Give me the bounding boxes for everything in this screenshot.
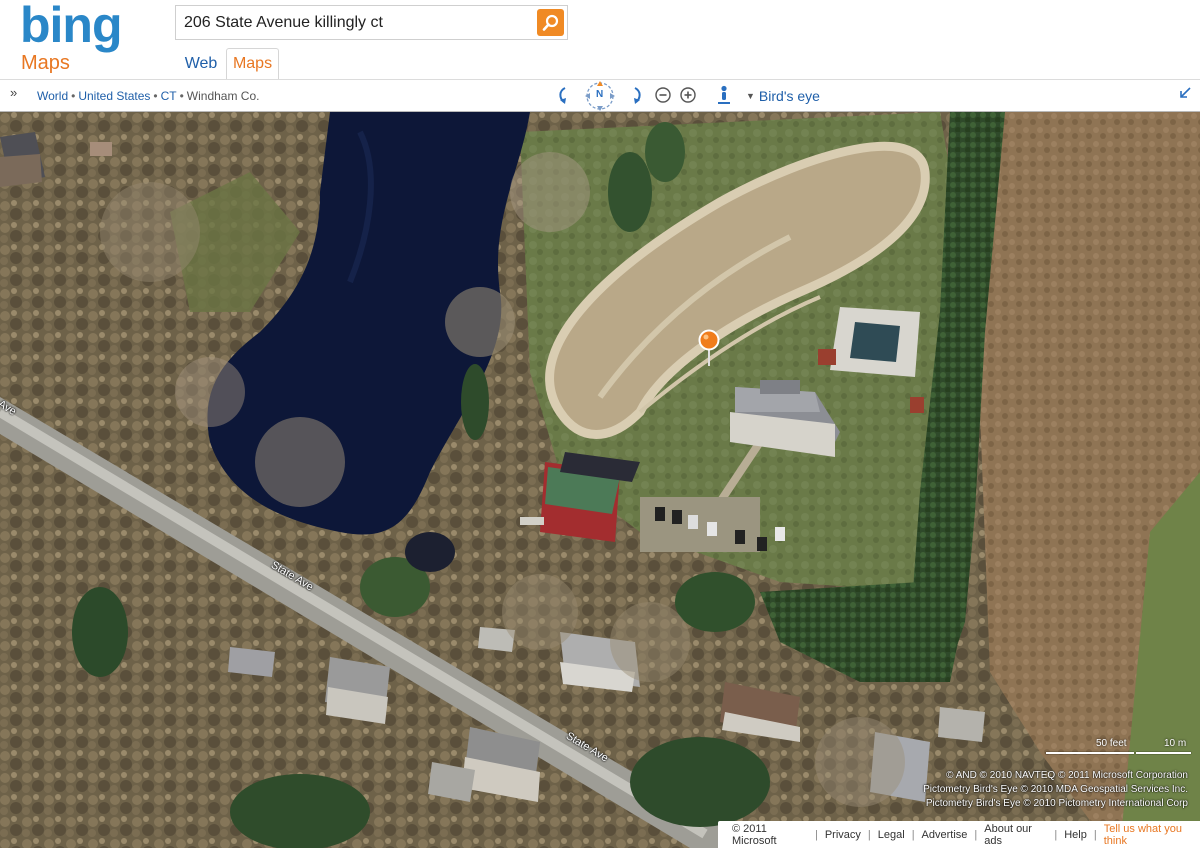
aerial-imagery [0, 112, 1200, 848]
bing-logo[interactable]: bing [20, 0, 123, 50]
map-pin-icon [698, 329, 720, 366]
footer-link-help[interactable]: Help [1064, 829, 1087, 841]
tab-maps[interactable]: Maps [226, 48, 279, 79]
scale-bar-feet [1046, 752, 1134, 754]
expand-panel-icon[interactable]: » [10, 85, 17, 100]
compass-control[interactable]: N [579, 80, 621, 111]
search-input[interactable] [176, 6, 534, 39]
footer-link-feedback[interactable]: Tell us what you think [1104, 823, 1200, 847]
search-button[interactable] [537, 9, 564, 36]
collapse-toolbar-button[interactable] [1178, 86, 1192, 105]
view-mode-selector[interactable]: ▼ Bird's eye [746, 88, 820, 104]
breadcrumb-united-states[interactable]: United States [78, 89, 150, 103]
zoom-out-button[interactable] [652, 83, 674, 107]
scale-meters-label: 10 m [1164, 738, 1187, 749]
search-icon [542, 14, 558, 31]
breadcrumb-ct[interactable]: CT [161, 89, 177, 103]
search-box [175, 5, 568, 40]
footer-link-privacy[interactable]: Privacy [825, 829, 861, 841]
scale-feet-label: 50 feet [1096, 738, 1127, 749]
breadcrumb-world[interactable]: World [37, 89, 68, 103]
chevron-down-icon: ▼ [746, 91, 755, 101]
streetside-button[interactable] [713, 83, 735, 107]
footer-separator: | [1054, 828, 1058, 841]
rotate-right-button[interactable] [626, 83, 648, 107]
location-pin[interactable] [698, 329, 720, 372]
attribution-line: © AND © 2010 NAVTEQ © 2011 Microsoft Cor… [946, 770, 1188, 781]
rotate-left-icon [559, 87, 566, 104]
footer-separator: | [911, 828, 915, 841]
footer-link-about-ads[interactable]: About our ads [984, 823, 1047, 847]
breadcrumb-separator: • [71, 89, 76, 103]
breadcrumb-separator: • [153, 89, 158, 103]
footer-separator: | [974, 828, 978, 841]
footer-separator: | [1093, 828, 1097, 841]
map-view[interactable]: Ave State Ave State Ave 50 feet 10 m © A… [0, 112, 1200, 848]
map-toolbar: » World • United States • CT • Windham Co. N [0, 79, 1200, 112]
scale-bar-meters [1136, 752, 1191, 754]
compass-north-label: N [596, 89, 604, 100]
map-scale: 50 feet 10 m [1046, 738, 1191, 760]
zoom-in-button[interactable] [677, 83, 699, 107]
attribution-line: Pictometry Bird's Eye © 2010 MDA Geospat… [923, 784, 1188, 795]
zoom-in-icon [680, 87, 696, 103]
view-mode-label: Bird's eye [758, 88, 820, 104]
maps-logo-label[interactable]: Maps [21, 52, 70, 75]
arrow-down-left-icon [1180, 87, 1191, 98]
zoom-out-icon [655, 87, 671, 103]
rotate-left-button[interactable] [552, 83, 574, 107]
footer-separator: | [814, 828, 818, 841]
header: bing Maps Web Maps [0, 0, 1200, 79]
attribution-line: Pictometry Bird's Eye © 2010 Pictometry … [925, 798, 1188, 809]
person-icon [718, 85, 730, 104]
rotate-right-icon [634, 87, 641, 104]
footer-link-legal[interactable]: Legal [878, 829, 905, 841]
footer: © 2011 Microsoft | Privacy | Legal | Adv… [718, 821, 1200, 848]
tab-web[interactable]: Web [178, 48, 224, 79]
footer-separator: | [867, 828, 871, 841]
footer-link-advertise[interactable]: Advertise [922, 829, 968, 841]
breadcrumb-windham[interactable]: Windham Co. [187, 89, 260, 103]
footer-copyright: © 2011 Microsoft [732, 822, 777, 847]
breadcrumb-separator: • [179, 89, 184, 103]
breadcrumb: World • United States • CT • Windham Co. [37, 89, 259, 103]
